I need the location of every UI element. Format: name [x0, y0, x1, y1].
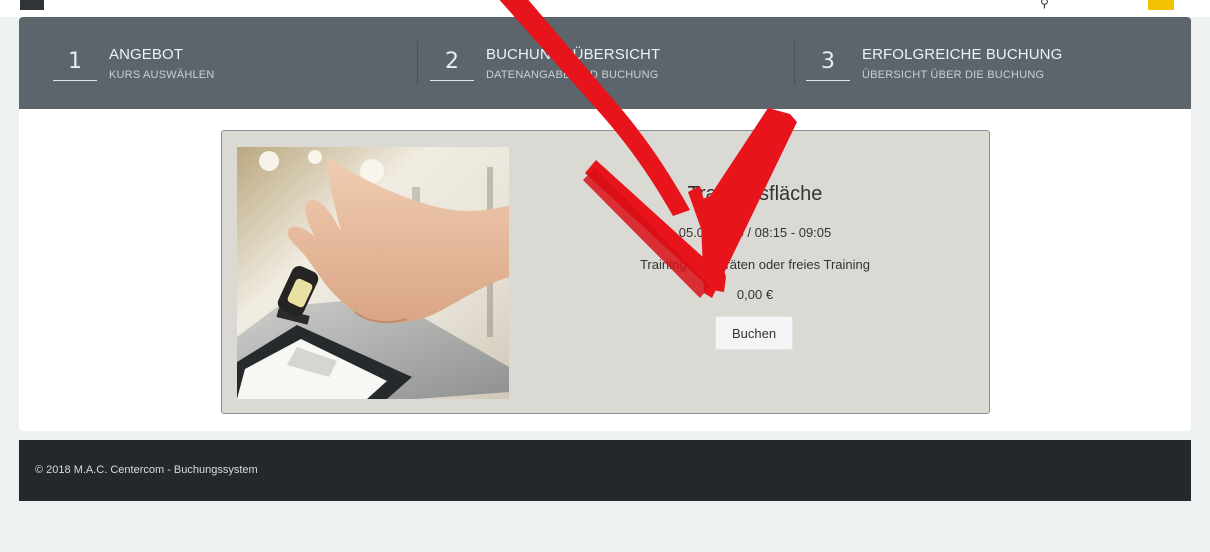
- user-badge[interactable]: [1148, 0, 1174, 10]
- step-divider: [417, 41, 418, 85]
- step-title: ANGEBOT: [109, 46, 184, 63]
- step-title: ERFOLGREICHE BUCHUNG: [862, 46, 1063, 63]
- step-divider: [794, 41, 795, 85]
- course-title: Trainingsfläche: [687, 183, 823, 205]
- search-icon[interactable]: ⚲: [1040, 0, 1054, 10]
- course-description: Training an Geräten oder freies Training: [639, 257, 871, 272]
- course-details: Trainingsfläche 05.06.2020 / 08:15 - 09:…: [522, 131, 988, 413]
- step-subtitle: DATENANGABE UND BUCHUNG: [486, 69, 659, 81]
- course-datetime: 05.06.2020 / 08:15 - 09:05: [678, 225, 832, 240]
- step-title: BUCHUNGSÜBERSICHT: [486, 46, 661, 63]
- footer-copyright: © 2018 M.A.C. Centercom - Buchungssystem: [35, 464, 258, 476]
- booking-card: 1 ANGEBOT KURS AUSWÄHLEN 2 BUCHUNGSÜBERS…: [19, 17, 1191, 431]
- menu-icon[interactable]: [20, 0, 44, 10]
- course-price: 0,00 €: [736, 287, 774, 302]
- step-number-underline: [430, 80, 474, 81]
- booking-steps: 1 ANGEBOT KURS AUSWÄHLEN 2 BUCHUNGSÜBERS…: [19, 17, 1191, 109]
- course-offer: Trainingsfläche 05.06.2020 / 08:15 - 09:…: [221, 130, 990, 414]
- step-subtitle: ÜBERSICHT ÜBER DIE BUCHUNG: [862, 69, 1045, 81]
- footer: © 2018 M.A.C. Centercom - Buchungssystem: [19, 440, 1191, 501]
- step-number-underline: [806, 80, 850, 81]
- step-number: 1: [68, 49, 82, 74]
- step-number-underline: [53, 80, 97, 81]
- book-button[interactable]: Buchen: [715, 316, 793, 350]
- course-photo: [237, 147, 509, 399]
- top-bar: ⚲: [0, 0, 1210, 17]
- step-subtitle: KURS AUSWÄHLEN: [109, 69, 215, 81]
- step-number: 2: [445, 49, 459, 74]
- step-number: 3: [821, 49, 835, 74]
